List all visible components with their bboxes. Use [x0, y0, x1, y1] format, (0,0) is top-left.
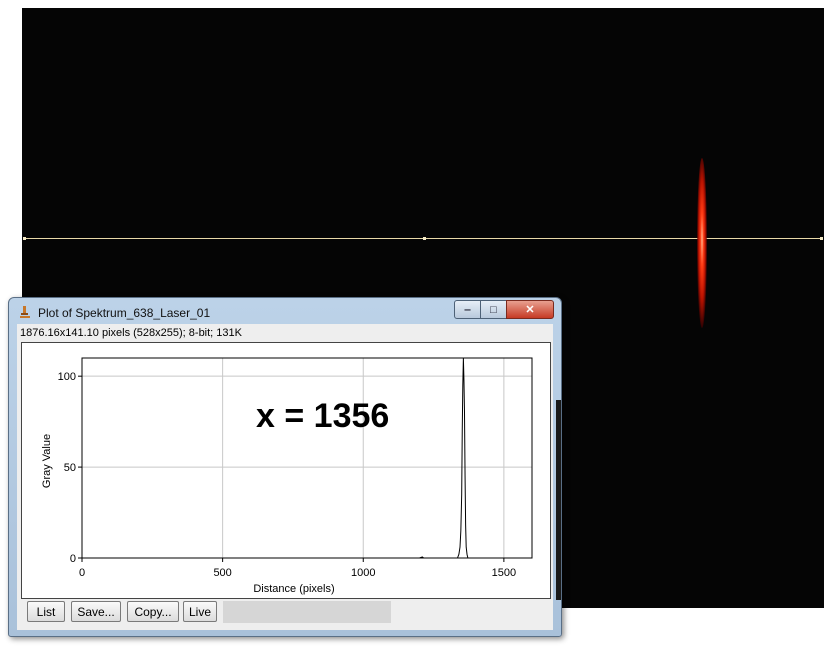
x-tick-label: 0 — [79, 567, 85, 579]
plot-client-area: 1876.16x141.10 pixels (528x255); 8-bit; … — [17, 324, 553, 630]
y-axis-label: Gray Value — [41, 434, 53, 488]
window-title: Plot of Spektrum_638_Laser_01 — [38, 306, 211, 320]
microscope-icon — [20, 306, 30, 318]
copy-button[interactable]: Copy... — [127, 601, 179, 622]
y-tick-label: 100 — [58, 371, 76, 383]
line-handle-middle[interactable] — [423, 237, 426, 240]
laser-spot — [697, 158, 707, 328]
close-icon: ✕ — [525, 304, 535, 316]
y-tick-label: 0 — [70, 553, 76, 565]
line-handle-end[interactable] — [820, 237, 823, 240]
plot-frame[interactable]: 0 500 1000 1500 0 50 100 x = 1356 Distance (pi… — [21, 342, 551, 599]
x-tick-label: 1500 — [492, 567, 516, 579]
series-line — [82, 357, 532, 559]
maximize-button[interactable]: □ — [480, 300, 507, 319]
live-button[interactable]: Live — [183, 601, 217, 622]
x-tick-label: 500 — [213, 567, 231, 579]
maximize-icon: □ — [490, 303, 497, 316]
x-tick-label: 1000 — [351, 567, 375, 579]
status-field — [223, 601, 391, 623]
save-button[interactable]: Save... — [71, 601, 121, 622]
line-handle-start[interactable] — [23, 237, 26, 240]
minimize-button[interactable]: ‒ — [454, 300, 481, 319]
profile-plot[interactable]: 0 500 1000 1500 0 50 100 x = 1356 Distance (pi… — [22, 343, 550, 598]
minimize-icon: ‒ — [464, 303, 471, 316]
title-bar[interactable]: Plot of Spektrum_638_Laser_01 ‒ □ ✕ — [9, 298, 561, 324]
plot-window[interactable]: Plot of Spektrum_638_Laser_01 ‒ □ ✕ 1876… — [8, 297, 562, 637]
list-button[interactable]: List — [27, 601, 65, 622]
window-edge-shadow — [556, 400, 561, 600]
peak-annotation: x = 1356 — [256, 397, 389, 435]
x-axis-label: Distance (pixels) — [253, 583, 334, 595]
y-tick-label: 50 — [64, 462, 76, 474]
image-info: 1876.16x141.10 pixels (528x255); 8-bit; … — [20, 327, 242, 339]
close-button[interactable]: ✕ — [506, 300, 554, 319]
